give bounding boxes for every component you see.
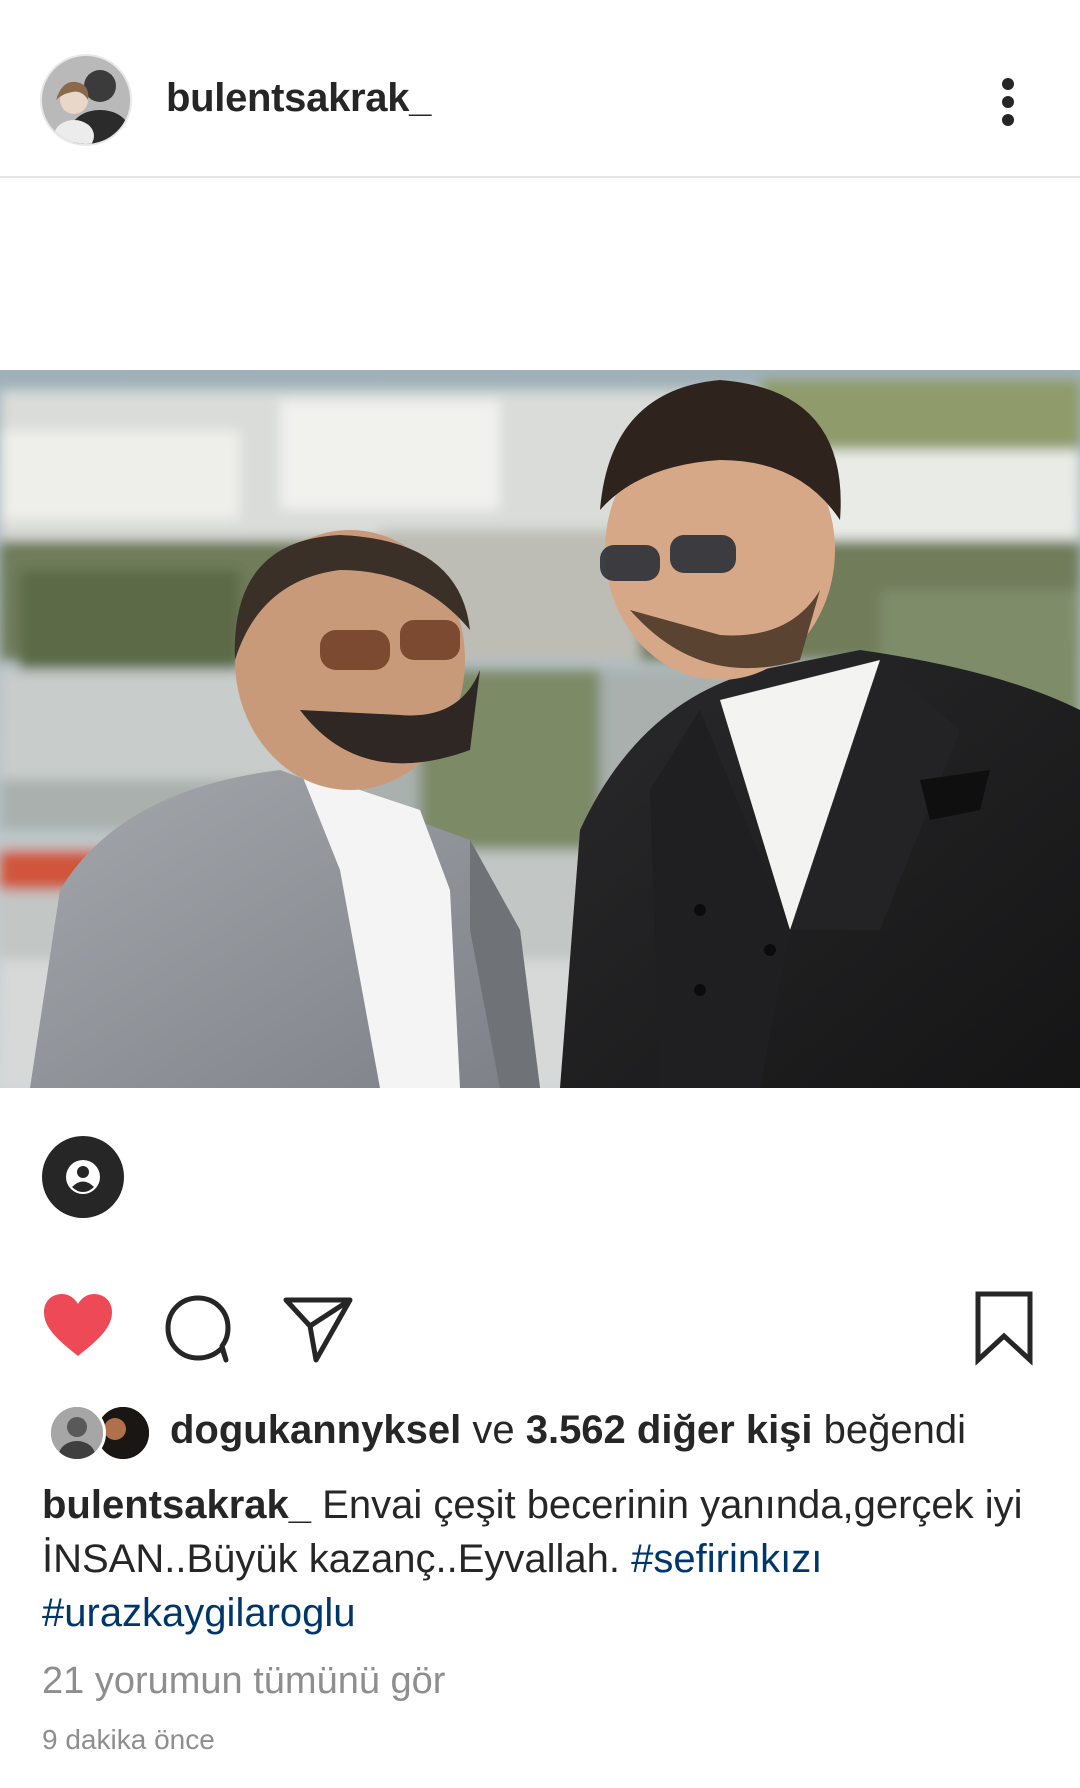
- view-all-comments-link[interactable]: 21 yorumun tümünü gör: [42, 1660, 445, 1703]
- more-options-button[interactable]: [988, 72, 1028, 132]
- heart-filled-icon: [44, 1294, 112, 1356]
- comment-icon: [165, 1295, 231, 1363]
- likes-connector: ve: [472, 1408, 515, 1452]
- tagged-users-button[interactable]: [42, 1136, 124, 1218]
- hashtag-link[interactable]: #urazkaygilaroglu: [42, 1591, 356, 1635]
- post-username[interactable]: bulentsakrak_: [166, 76, 431, 121]
- comment-button[interactable]: [160, 1290, 236, 1366]
- hashtag-link[interactable]: #sefirinkızı: [631, 1537, 822, 1581]
- more-vertical-icon: [1002, 78, 1014, 90]
- user-tag-icon: [66, 1160, 100, 1194]
- post-timestamp: 9 dakika önce: [42, 1724, 215, 1755]
- more-dot: [1002, 96, 1014, 108]
- liker-avatar: [48, 1404, 106, 1462]
- post-caption: bulentsakrak_ Envai çeşit becerinin yanı…: [42, 1478, 1042, 1640]
- liker-avatars: [48, 1404, 152, 1462]
- more-dot: [1002, 114, 1014, 126]
- caption-username[interactable]: bulentsakrak_: [42, 1483, 311, 1527]
- send-icon: [283, 1297, 353, 1363]
- likes-count[interactable]: 3.562 diğer kişi: [526, 1408, 813, 1452]
- likes-summary[interactable]: dogukannyksel ve 3.562 diğer kişi beğend…: [48, 1400, 1048, 1462]
- first-liker-username[interactable]: dogukannyksel: [170, 1408, 461, 1452]
- post-header: bulentsakrak_: [0, 0, 1080, 178]
- save-button[interactable]: [966, 1290, 1042, 1366]
- likes-suffix: beğendi: [823, 1408, 967, 1452]
- like-button[interactable]: [40, 1290, 116, 1366]
- post-photo[interactable]: [0, 370, 1080, 1088]
- bookmark-icon: [975, 1291, 1033, 1366]
- likes-text: dogukannyksel ve 3.562 diğer kişi beğend…: [170, 1408, 966, 1453]
- profile-avatar[interactable]: [42, 56, 130, 144]
- share-button[interactable]: [280, 1290, 356, 1366]
